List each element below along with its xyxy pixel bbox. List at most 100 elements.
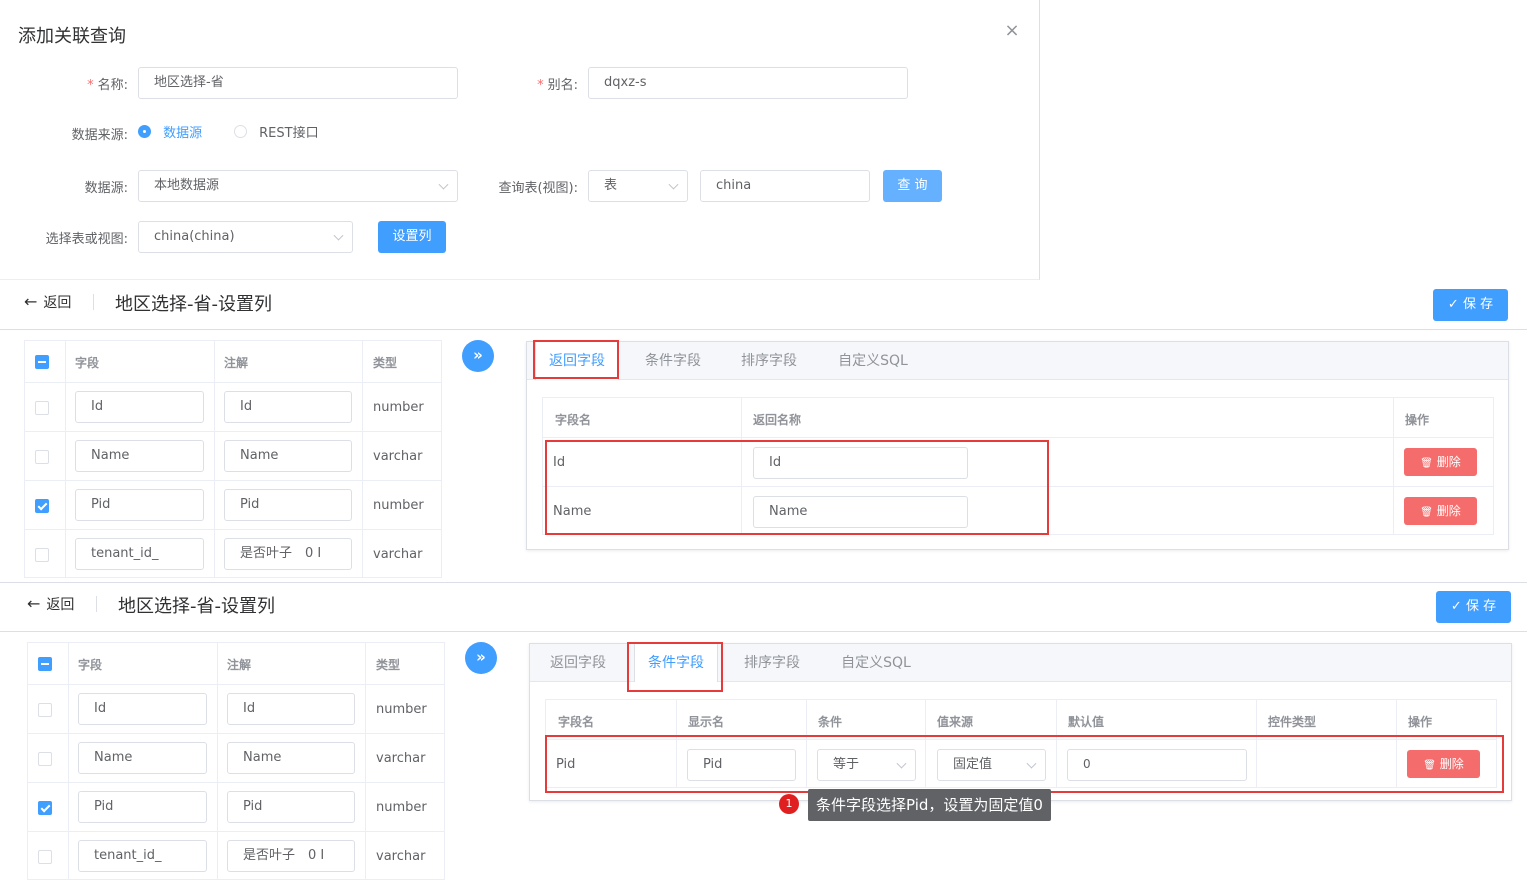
type-text: number — [376, 702, 427, 717]
back-link[interactable]: ← 返回 — [27, 594, 74, 614]
row-checkbox[interactable] — [35, 499, 49, 513]
transfer-right-button[interactable]: » — [462, 340, 494, 372]
double-chevron-right-icon: » — [473, 346, 483, 364]
tab-custom-sql[interactable]: 自定义SQL — [830, 644, 922, 682]
field-input[interactable]: Pid — [75, 489, 204, 521]
add-related-query-dialog: 添加关联查询 × * 名称: 地区选择-省 * 别名: dqxz-s 数据来源: 数… — [0, 0, 1040, 280]
type-text: varchar — [376, 849, 426, 864]
tab-condition-fields[interactable]: 条件字段 — [631, 342, 715, 380]
trash-icon: 🗑 — [1423, 760, 1436, 771]
double-chevron-right-icon: » — [476, 648, 486, 666]
table-row: Name Name varchar — [25, 432, 441, 481]
save-button[interactable]: ✓ 保 存 — [1433, 289, 1508, 321]
arrow-left-icon: ← — [24, 292, 38, 311]
row-checkbox[interactable] — [38, 703, 52, 717]
row-checkbox[interactable] — [35, 401, 49, 415]
field-input[interactable]: tenant_id_ — [78, 840, 207, 872]
delete-button[interactable]: 🗑 删除 — [1407, 750, 1480, 778]
tab-return-fields[interactable]: 返回字段 — [536, 644, 620, 682]
row-checkbox[interactable] — [38, 752, 52, 766]
type-text: varchar — [373, 547, 423, 562]
tab-sort-fields[interactable]: 排序字段 — [730, 644, 814, 682]
note-input[interactable]: Id — [224, 391, 352, 423]
radio-unchecked-icon[interactable] — [234, 125, 247, 138]
return-name-input[interactable]: Name — [753, 496, 968, 528]
condition-select[interactable]: 等于 — [817, 749, 916, 781]
check-icon: ✓ — [1450, 599, 1462, 614]
datasource-select[interactable]: 本地数据源 — [138, 170, 458, 202]
tab-sort-fields[interactable]: 排序字段 — [727, 342, 811, 380]
row-checkbox[interactable] — [35, 548, 49, 562]
close-icon[interactable]: × — [1003, 20, 1021, 41]
note-input[interactable]: Pid — [227, 791, 355, 823]
table-row: Pid Pid number — [25, 481, 441, 530]
table-row: Pid Pid 等于 固定值 0 🗑 删除 — [546, 740, 1496, 788]
note-input[interactable]: Name — [224, 440, 352, 472]
field-input[interactable]: Id — [78, 693, 207, 725]
table-row: Id Id number — [28, 685, 444, 734]
query-table-input[interactable]: china — [700, 170, 870, 202]
page-title: 地区选择-省-设置列 — [115, 294, 272, 315]
field-input[interactable]: tenant_id_ — [75, 538, 204, 570]
note-input[interactable]: 是否叶子 0 I — [224, 538, 352, 570]
alias-input[interactable]: dqxz-s — [588, 67, 908, 99]
step-badge: 1 — [779, 794, 799, 814]
select-all-checkbox[interactable] — [38, 657, 52, 671]
select-table-label: 选择表或视图: — [45, 232, 128, 247]
name-label: * 名称: — [87, 78, 128, 93]
tab-bar: 返回字段 条件字段 排序字段 自定义SQL — [527, 342, 1508, 380]
type-text: number — [373, 400, 424, 415]
return-name-input[interactable]: Id — [753, 447, 968, 479]
row-checkbox[interactable] — [35, 450, 49, 464]
dialog-title: 添加关联查询 — [18, 26, 126, 47]
delete-button[interactable]: 🗑 删除 — [1404, 497, 1477, 525]
note-input[interactable]: Id — [227, 693, 355, 725]
table-row: tenant_id_ 是否叶子 0 I varchar — [28, 832, 444, 880]
value-source-select[interactable]: 固定值 — [937, 749, 1046, 781]
field-input[interactable]: Name — [78, 742, 207, 774]
source-label: 数据来源: — [71, 128, 128, 143]
default-value-textarea[interactable]: 0 — [1067, 749, 1247, 781]
back-link[interactable]: ← 返回 — [24, 292, 71, 312]
tab-return-fields[interactable]: 返回字段 — [535, 342, 619, 380]
note-input[interactable]: Name — [227, 742, 355, 774]
field-input[interactable]: Name — [75, 440, 204, 472]
row-checkbox[interactable] — [38, 850, 52, 864]
columns-section-return: ← 返回 地区选择-省-设置列 ✓ 保 存 字段 注解 类型 Id Id numb… — [0, 280, 1527, 580]
set-columns-button[interactable]: 设置列 — [378, 221, 446, 253]
fields-table: 字段 注解 类型 Id Id number Name Name varchar … — [27, 642, 445, 880]
field-input[interactable]: Id — [75, 391, 204, 423]
radio-checked-icon[interactable] — [138, 125, 151, 138]
condition-fields-table: 字段名 显示名 条件 值来源 默认值 控件类型 操作 Pid Pid 等于 固定… — [545, 699, 1497, 788]
tab-condition-fields[interactable]: 条件字段 — [634, 644, 718, 682]
type-text: varchar — [373, 449, 423, 464]
transfer-right-button[interactable]: » — [465, 642, 497, 674]
trash-icon: 🗑 — [1420, 507, 1433, 518]
table-header: 字段 注解 类型 — [28, 643, 444, 685]
radio-datasource[interactable]: 数据源 — [138, 122, 202, 141]
table-row: Pid Pid number — [28, 783, 444, 832]
alias-label: * 别名: — [537, 78, 578, 93]
note-input[interactable]: 是否叶子 0 I — [227, 840, 355, 872]
chevron-down-icon — [668, 179, 679, 190]
select-table-select[interactable]: china(china) — [138, 221, 353, 253]
type-text: varchar — [376, 751, 426, 766]
table-row: Name Name 🗑 删除 — [543, 487, 1493, 535]
table-row: Name Name varchar — [28, 734, 444, 783]
fields-table: 字段 注解 类型 Id Id number Name Name varchar … — [24, 340, 442, 578]
name-input[interactable]: 地区选择-省 — [138, 67, 458, 99]
delete-button[interactable]: 🗑 删除 — [1404, 448, 1477, 476]
display-name-input[interactable]: Pid — [687, 749, 796, 781]
tab-custom-sql[interactable]: 自定义SQL — [827, 342, 919, 380]
table-header: 字段 注解 类型 — [25, 341, 441, 383]
field-input[interactable]: Pid — [78, 791, 207, 823]
row-checkbox[interactable] — [38, 801, 52, 815]
radio-rest[interactable]: REST接口 — [234, 122, 319, 141]
query-type-select[interactable]: 表 — [588, 170, 688, 202]
query-table-label: 查询表(视图): — [498, 181, 578, 196]
chevron-down-icon — [438, 179, 449, 190]
note-input[interactable]: Pid — [224, 489, 352, 521]
query-button[interactable]: 查 询 — [883, 170, 942, 202]
save-button[interactable]: ✓ 保 存 — [1436, 591, 1511, 623]
select-all-checkbox[interactable] — [35, 355, 49, 369]
